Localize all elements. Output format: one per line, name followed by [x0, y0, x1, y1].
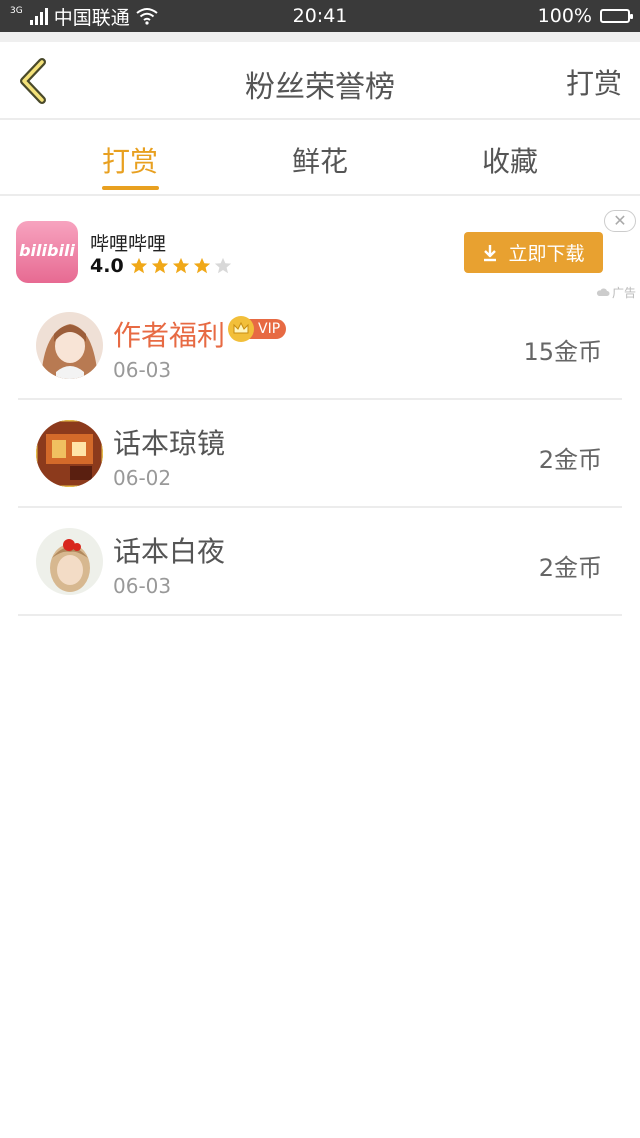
star-icon: [172, 257, 189, 274]
reward-amount: 15金币: [523, 338, 602, 366]
download-icon: [484, 244, 497, 261]
ad-rating: 4.0: [90, 255, 232, 277]
reward-amount: 2金币: [538, 554, 602, 582]
network-type: 3G: [10, 6, 23, 16]
status-right: 100%: [537, 5, 633, 27]
user-name: 话本白夜: [113, 535, 226, 568]
star-icon: [214, 257, 231, 274]
tab-bar: 打赏 鲜花 收藏: [0, 120, 640, 196]
reward-date: 06-03: [113, 574, 172, 598]
status-left: 3G 中国联通: [10, 3, 158, 30]
app-icon-logo-text: bilibili: [19, 241, 75, 260]
download-button[interactable]: 立即下载: [464, 232, 603, 273]
bilibili-app-icon: bilibili: [16, 221, 78, 283]
battery-icon: [600, 9, 633, 23]
ad-close-button[interactable]: ✕: [604, 210, 636, 232]
avatar: [36, 312, 103, 379]
rating-value: 4.0: [90, 255, 124, 277]
star-icon: [193, 257, 210, 274]
active-tab-indicator: [102, 186, 159, 190]
crown-icon: [228, 316, 254, 342]
signal-icon: [29, 7, 48, 25]
user-name: 话本琼镜: [113, 427, 226, 460]
reward-button[interactable]: 打赏: [566, 62, 622, 102]
list-item[interactable]: 话本琼镜 06-02 2金币: [0, 400, 640, 508]
list-item[interactable]: 作者福利 VIP 06-03 15金币: [0, 292, 640, 400]
ad-banner[interactable]: bilibili 哔哩哔哩 4.0 立即下载 ✕ 广告: [0, 198, 640, 302]
download-button-label: 立即下载: [508, 243, 585, 265]
star-icon: [151, 257, 168, 274]
user-name: 作者福利: [113, 319, 226, 352]
divider: [18, 614, 622, 616]
wifi-icon: [136, 8, 158, 25]
battery-percent: 100%: [537, 5, 592, 27]
reward-date: 06-03: [113, 358, 172, 382]
page-title: 粉丝荣誉榜: [245, 70, 395, 105]
reward-amount: 2金币: [538, 446, 602, 474]
list-item[interactable]: 话本白夜 06-03 2金币: [0, 508, 640, 616]
carrier-name: 中国联通: [53, 6, 130, 29]
ad-app-name: 哔哩哔哩: [90, 233, 167, 255]
nav-header: 粉丝荣誉榜 打赏: [0, 42, 640, 120]
star-icon: [130, 257, 147, 274]
tab-reward[interactable]: 打赏: [102, 140, 158, 180]
tab-favorites[interactable]: 收藏: [482, 140, 538, 180]
avatar: [36, 420, 103, 487]
fan-ranking-list: 作者福利 VIP 06-03 15金币 话本琼镜 06-02 2金币 话本白夜 …: [0, 292, 640, 616]
status-bar: 3G 中国联通 20:41 100%: [0, 0, 640, 32]
vip-badge: VIP: [228, 316, 287, 342]
reward-date: 06-02: [113, 466, 172, 490]
rating-stars: [130, 257, 232, 275]
tab-flowers[interactable]: 鲜花: [292, 140, 348, 180]
avatar: [36, 528, 103, 595]
header-spacer: [0, 32, 640, 42]
